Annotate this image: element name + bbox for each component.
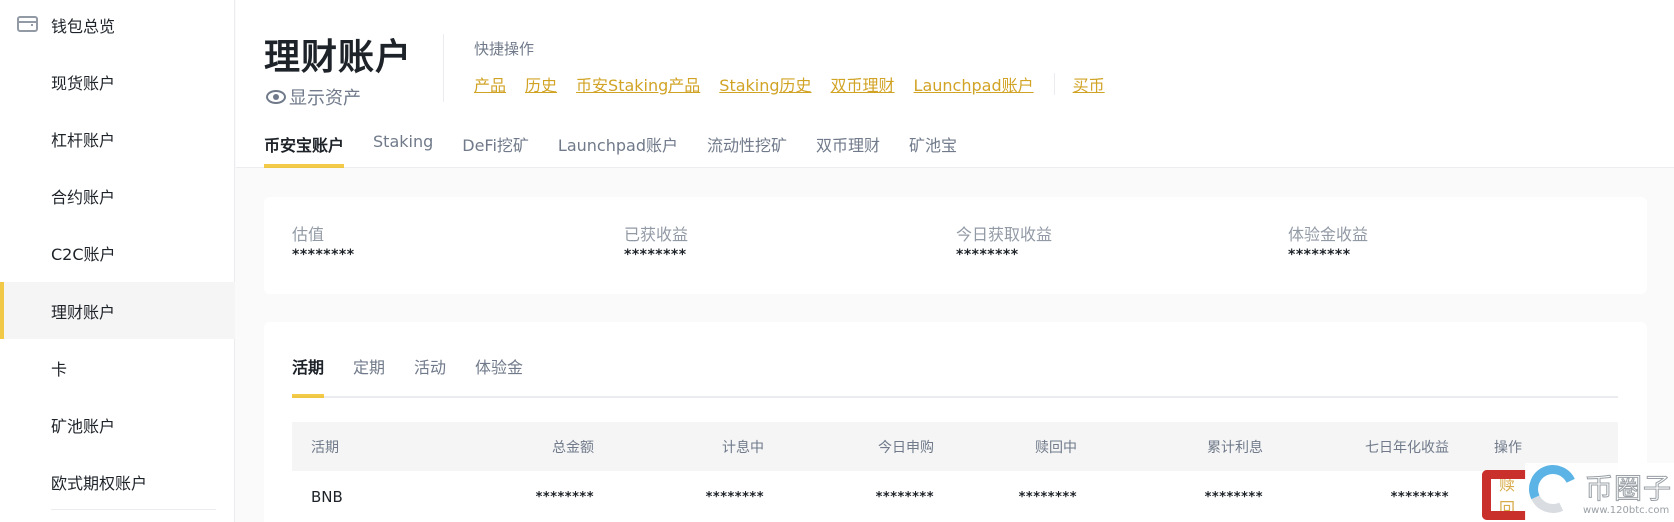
cell-today-purchase: ********	[875, 489, 934, 505]
sidebar-item-pool-account[interactable]: 矿池账户	[0, 396, 235, 453]
tab-staking[interactable]: Staking	[373, 132, 433, 168]
sidebar-item-card[interactable]: 卡	[0, 339, 235, 396]
sidebar: 钱包总览 现货账户 杠杆账户 合约账户 C2C账户 理财账户 卡 矿池账户 欧式…	[0, 0, 235, 522]
stat-today-earnings: 今日获取收益 ********	[956, 221, 1052, 263]
sidebar-divider	[51, 509, 216, 510]
summary-card: 估值 ******** 已获收益 ******** 今日获取收益 *******…	[264, 197, 1647, 294]
tab-pool-savings[interactable]: 矿池宝	[909, 132, 957, 168]
sidebar-item-label: 钱包总览	[51, 16, 116, 36]
tab-liquidity-mining[interactable]: 流动性挖矿	[707, 132, 787, 168]
column-header-asset: 活期	[311, 439, 339, 456]
tab-locked[interactable]: 定期	[353, 354, 385, 396]
column-header-action: 操作	[1494, 439, 1522, 456]
sidebar-item-label: 合约账户	[51, 187, 116, 207]
cell-earning: ********	[705, 489, 764, 505]
column-header-today-purchase: 今日申购	[878, 439, 934, 456]
table-header: 活期 总金额 计息中 今日申购 赎回中 累计利息 七日年化收益 操作	[292, 422, 1618, 471]
sidebar-item-options-account[interactable]: 欧式期权账户	[0, 453, 235, 510]
stat-earned: 已获收益 ********	[624, 221, 688, 263]
column-header-redeeming: 赎回中	[1035, 439, 1077, 456]
stat-value: ********	[1288, 247, 1351, 263]
sidebar-item-earn-account[interactable]: 理财账户	[0, 282, 235, 339]
quick-link-buy-crypto[interactable]: 买币	[1073, 72, 1105, 96]
sidebar-item-spot-account[interactable]: 现货账户	[0, 53, 235, 110]
table-row: BNB ******** ******** ******** ******** …	[292, 471, 1618, 522]
cell-asset: BNB	[311, 488, 343, 506]
stat-trial-fund-earnings: 体验金收益 ********	[1288, 221, 1368, 263]
sidebar-item-wallet-overview[interactable]: 钱包总览	[0, 0, 235, 53]
sidebar-item-margin-account[interactable]: 杠杆账户	[0, 110, 235, 167]
sidebar-item-label: 矿池账户	[51, 416, 116, 436]
quick-link-history[interactable]: 历史	[525, 72, 557, 96]
header-divider	[443, 34, 444, 102]
holdings-card: 活期 定期 活动 体验金 活期 总金额 计息中 今日申购 赎回中 累计利息 七日…	[264, 322, 1647, 522]
watermark: 币圈子 www.120btc.com	[1522, 458, 1674, 522]
page-header: 理财账户 显示资产 快捷操作 产品 历史 币安Staking产品 Staking…	[236, 0, 1674, 168]
watermark-text: 币圈子	[1584, 472, 1673, 506]
sidebar-item-label: 杠杆账户	[51, 130, 116, 150]
quick-actions-label: 快捷操作	[474, 40, 535, 58]
tab-activities[interactable]: 活动	[414, 354, 446, 396]
product-type-tabs: 活期 定期 活动 体验金	[292, 354, 1618, 398]
sidebar-item-c2c-account[interactable]: C2C账户	[0, 224, 235, 281]
column-header-earning: 计息中	[722, 439, 764, 456]
stat-label: 估值	[292, 225, 325, 244]
quick-link-launchpad-account[interactable]: Launchpad账户	[914, 72, 1034, 96]
quick-link-staking-products[interactable]: 币安Staking产品	[576, 72, 700, 96]
column-header-seven-day-apy: 七日年化收益	[1365, 439, 1449, 456]
eye-icon	[266, 90, 286, 104]
cell-seven-day-apy: ********	[1390, 489, 1449, 505]
stat-value: ********	[956, 247, 1019, 263]
column-header-total: 总金额	[552, 439, 594, 456]
sidebar-item-label: C2C账户	[51, 244, 116, 264]
sidebar-item-label: 卡	[51, 359, 68, 379]
tab-savings-account[interactable]: 币安宝账户	[264, 132, 345, 168]
quick-link-staking-history[interactable]: Staking历史	[719, 72, 811, 96]
wallet-icon	[17, 16, 38, 32]
stat-label: 今日获取收益	[956, 225, 1053, 244]
cell-redeeming: ********	[1018, 489, 1077, 505]
quick-links: 产品 历史 币安Staking产品 Staking历史 双币理财 Launchp…	[474, 72, 1124, 96]
sidebar-item-futures-account[interactable]: 合约账户	[0, 167, 235, 224]
tab-dual-investment[interactable]: 双币理财	[816, 132, 880, 168]
watermark-logo-icon	[1522, 458, 1584, 520]
stat-value: ********	[292, 247, 355, 263]
stat-label: 体验金收益	[1288, 225, 1369, 244]
cell-cumulative-interest: ********	[1204, 489, 1263, 505]
sidebar-item-label: 欧式期权账户	[51, 473, 148, 493]
column-header-cumulative-interest: 累计利息	[1207, 439, 1263, 456]
account-tabs: 币安宝账户 Staking DeFi挖矿 Launchpad账户 流动性挖矿 双…	[264, 132, 986, 168]
show-assets-toggle[interactable]: 显示资产	[266, 84, 361, 110]
tab-launchpad-account[interactable]: Launchpad账户	[558, 132, 678, 168]
show-assets-label: 显示资产	[289, 88, 361, 109]
quick-links-divider	[1053, 73, 1055, 95]
sidebar-item-label: 现货账户	[51, 73, 116, 93]
cell-total: ********	[535, 489, 594, 505]
quick-link-products[interactable]: 产品	[474, 72, 506, 96]
holdings-table: 活期 总金额 计息中 今日申购 赎回中 累计利息 七日年化收益 操作 BNB *…	[292, 422, 1618, 522]
redeem-button[interactable]: 赎回	[1482, 470, 1526, 520]
tab-flexible[interactable]: 活期	[292, 354, 325, 398]
stat-valuation: 估值 ********	[292, 221, 355, 263]
stat-value: ********	[624, 247, 687, 263]
page-title: 理财账户	[264, 37, 413, 78]
stat-label: 已获收益	[624, 225, 689, 244]
tab-defi-mining[interactable]: DeFi挖矿	[462, 132, 529, 168]
sidebar-item-label: 理财账户	[51, 302, 116, 322]
tab-trial-fund[interactable]: 体验金	[475, 354, 523, 396]
quick-link-dual-investment[interactable]: 双币理财	[831, 72, 895, 96]
watermark-url: www.120btc.com	[1583, 505, 1670, 516]
